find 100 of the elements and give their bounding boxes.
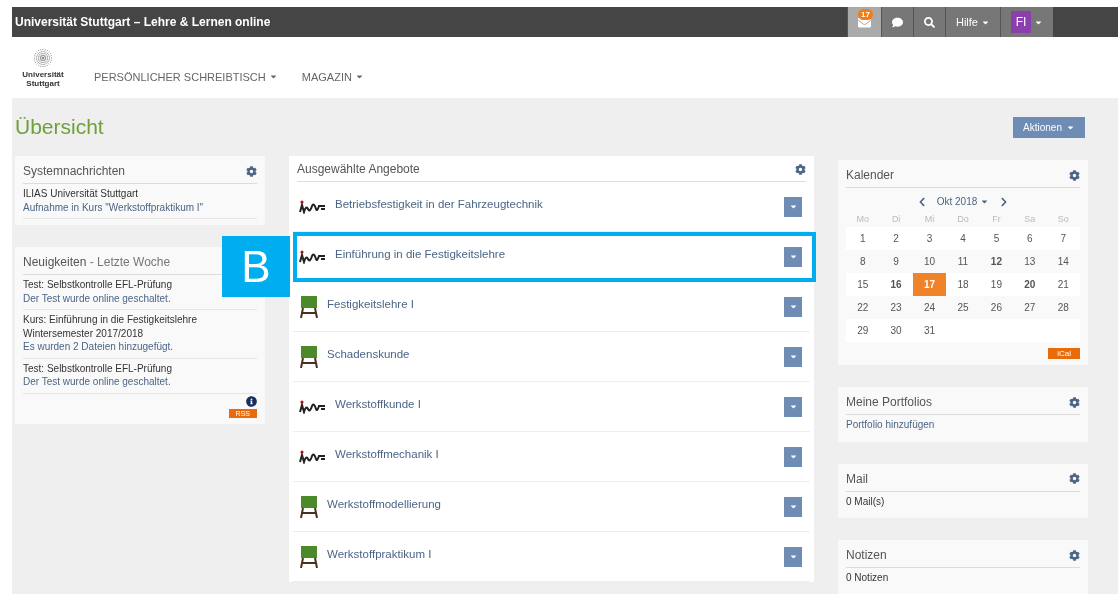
- calendar-day[interactable]: 31: [912, 319, 947, 342]
- panel-title: Kalender: [846, 168, 895, 182]
- blackboard-icon: [299, 345, 319, 368]
- course-link[interactable]: Einführung in die Festigkeitslehre: [335, 247, 776, 260]
- calendar-day[interactable]: 23: [879, 296, 913, 319]
- calendar-day[interactable]: 15: [846, 273, 880, 296]
- caret-icon: [980, 197, 990, 206]
- message-link[interactable]: Aufnahme in Kurs "Werkstoffpraktikum I": [23, 200, 257, 214]
- settings-icon[interactable]: [1069, 473, 1080, 484]
- calendar-day[interactable]: 27: [1013, 296, 1047, 319]
- dropdown-button[interactable]: [784, 546, 802, 567]
- calendar-day[interactable]: 18: [946, 273, 980, 296]
- calendar-day[interactable]: 21: [1046, 273, 1080, 296]
- wave-icon: [299, 199, 327, 214]
- settings-icon[interactable]: [1069, 549, 1080, 561]
- caret-icon: [788, 252, 798, 261]
- course-link[interactable]: Werkstoffkunde I: [335, 397, 776, 410]
- course-link[interactable]: Betriebsfestigkeit in der Fahrzeugtechnik: [335, 197, 776, 210]
- panel-title: Mail: [846, 471, 868, 486]
- caret-icon: [788, 302, 798, 311]
- calendar-day[interactable]: 8: [846, 250, 880, 273]
- caret-icon: [788, 352, 798, 361]
- calendar-day[interactable]: 13: [1013, 250, 1047, 273]
- calendar-day[interactable]: 24: [912, 296, 947, 319]
- blackboard-icon: [299, 495, 319, 518]
- caret-icon: [788, 452, 798, 461]
- panel-title: Notizen: [846, 548, 887, 562]
- info-icon[interactable]: [246, 395, 257, 407]
- calendar-day[interactable]: 7: [1046, 227, 1080, 250]
- course-link[interactable]: Schadenskunde: [327, 347, 776, 360]
- wave-icon: [299, 249, 327, 264]
- news-link[interactable]: Es wurden 2 Dateien hinzugefügt.: [23, 340, 257, 354]
- nav-menu[interactable]: PERSÖNLICHER SCHREIBTISCH: [94, 70, 278, 83]
- calendar-day[interactable]: 3: [912, 227, 947, 250]
- dropdown-button[interactable]: [784, 446, 802, 467]
- dropdown-button[interactable]: [784, 346, 802, 367]
- block-text: 0 Mail(s): [846, 494, 886, 508]
- weekday-label: Mi: [923, 213, 936, 226]
- search-button[interactable]: [913, 7, 945, 37]
- calendar-day[interactable]: 28: [1046, 296, 1080, 319]
- chat-icon: [892, 16, 903, 28]
- weekday-label: Do: [956, 213, 970, 226]
- settings-icon[interactable]: [1069, 169, 1080, 181]
- settings-icon[interactable]: [246, 165, 257, 177]
- user-menu-button[interactable]: FI: [1000, 7, 1053, 37]
- caret-icon: [788, 502, 798, 511]
- block-link[interactable]: Portfolio hinzufügen: [846, 418, 1080, 432]
- dropdown-button[interactable]: [784, 196, 802, 217]
- calendar-day[interactable]: 14: [1046, 250, 1080, 273]
- wave-icon: [299, 399, 327, 414]
- course-link[interactable]: Werkstoffpraktikum I: [327, 547, 776, 560]
- course-link[interactable]: Werkstoffmechanik I: [335, 447, 776, 460]
- calendar-day[interactable]: 1: [846, 227, 880, 250]
- calendar-day[interactable]: 19: [979, 273, 1014, 296]
- caret-icon: [788, 552, 798, 561]
- callout-label: B: [222, 236, 290, 297]
- news-title: Test: Selbstkontrolle EFL-Prüfung: [23, 278, 173, 292]
- calendar-day[interactable]: 9: [879, 250, 913, 273]
- settings-icon[interactable]: [795, 163, 806, 175]
- calendar-day[interactable]: 2: [879, 227, 913, 250]
- logo-icon: [32, 46, 54, 69]
- month-dropdown[interactable]: Okt 2018: [936, 196, 990, 207]
- calendar-day[interactable]: 29: [846, 319, 880, 342]
- calendar-day[interactable]: 26: [979, 296, 1014, 319]
- calendar-day[interactable]: 22: [846, 296, 880, 319]
- calendar-day[interactable]: 12: [979, 250, 1014, 273]
- news-title: Kurs: Einführung in die Festigkeitslehre Wintersemester 2017/2018: [23, 313, 198, 340]
- dropdown-button[interactable]: [784, 396, 802, 417]
- dropdown-button[interactable]: [784, 496, 802, 517]
- caret-icon: [788, 202, 798, 211]
- course-link[interactable]: Festigkeitslehre I: [327, 297, 776, 310]
- blackboard-icon: [299, 545, 319, 568]
- help-button[interactable]: Hilfe: [945, 7, 1000, 37]
- panel-title: Systemnachrichten: [23, 164, 126, 178]
- blackboard-icon: [299, 295, 319, 318]
- calendar-day[interactable]: 16: [879, 273, 913, 296]
- panel-title: Meine Portfolios: [846, 395, 933, 409]
- settings-icon[interactable]: [1069, 396, 1080, 408]
- calendar-day[interactable]: 4: [946, 227, 980, 250]
- calendar-day[interactable]: 10: [912, 250, 947, 273]
- logo-text: Universität Stuttgart: [21, 70, 65, 89]
- calendar-day[interactable]: 30: [879, 319, 913, 342]
- calendar-day[interactable]: 5: [979, 227, 1014, 250]
- dropdown-button[interactable]: [784, 296, 802, 317]
- calendar-day[interactable]: 6: [1013, 227, 1047, 250]
- news-link[interactable]: Der Test wurde online geschaltet.: [23, 375, 257, 389]
- weekday-label: Di: [890, 213, 902, 226]
- nav-menu[interactable]: MAGAZIN: [301, 70, 364, 83]
- panel-title: Ausgewählte Angebote: [297, 162, 420, 176]
- calendar-day[interactable]: 25: [946, 296, 980, 319]
- wave-icon: [299, 449, 327, 464]
- block-text: 0 Notizen: [846, 571, 890, 585]
- calendar-day[interactable]: 20: [1013, 273, 1047, 296]
- message-title: ILIAS Universität Stuttgart: [23, 187, 140, 201]
- course-link[interactable]: Werkstoffmodellierung: [327, 497, 776, 510]
- chat-button[interactable]: [881, 7, 913, 37]
- dropdown-button[interactable]: [784, 246, 802, 267]
- site-title: Universität Stuttgart – Lehre & Lernen online: [15, 15, 272, 29]
- caret-icon: [788, 402, 798, 411]
- calendar-day[interactable]: 11: [946, 250, 980, 273]
